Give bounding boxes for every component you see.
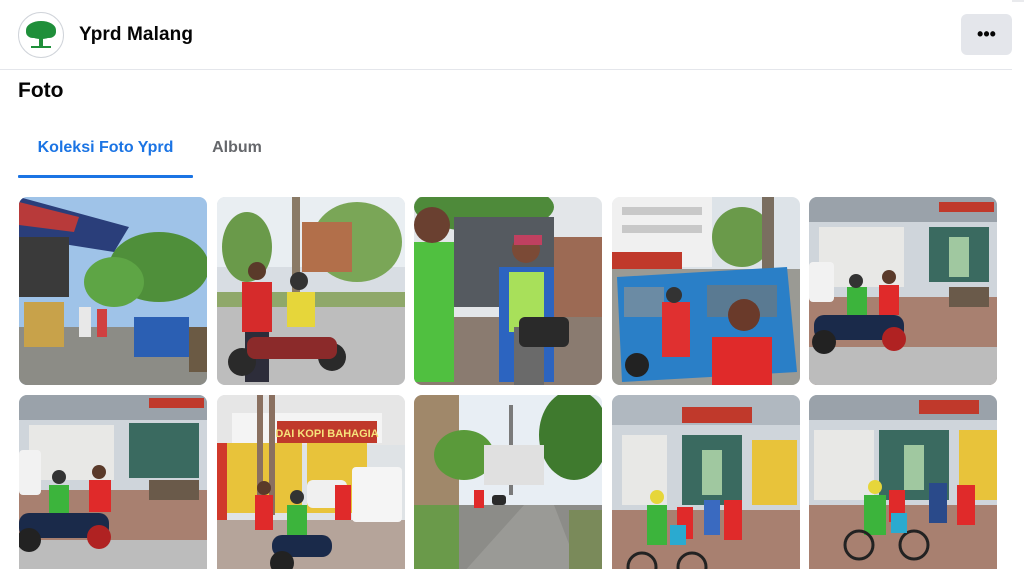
photo-thumbnail[interactable] [19, 197, 207, 385]
tab-label: Koleksi Foto Yprd [37, 139, 174, 156]
photo-thumbnail[interactable] [809, 197, 997, 385]
section-title: Foto [18, 79, 64, 102]
photo-image [414, 395, 602, 569]
tab-label: Album [212, 139, 262, 156]
page-name[interactable]: Yprd Malang [79, 24, 193, 46]
photo-image [414, 197, 602, 385]
photo-image: DAI KOPI BAHAGIA [217, 395, 405, 569]
tab-album[interactable]: Album [196, 118, 278, 178]
tree-logo-icon [22, 16, 60, 54]
photo-thumbnail[interactable] [414, 395, 602, 569]
photo-image [809, 395, 997, 569]
photo-image [19, 395, 207, 569]
more-options-button[interactable]: ••• [961, 14, 1012, 55]
photo-thumbnail[interactable] [217, 197, 405, 385]
active-tab-underline [18, 175, 193, 178]
photo-thumbnail[interactable] [19, 395, 207, 569]
photo-thumbnail[interactable] [612, 395, 800, 569]
facebook-page-photos: Yprd Malang ••• Foto Koleksi Foto Yprd A… [0, 0, 1024, 569]
page-header: Yprd Malang ••• [0, 0, 1012, 70]
photo-image [612, 395, 800, 569]
tab-koleksi-foto[interactable]: Koleksi Foto Yprd [18, 118, 193, 178]
photo-thumbnail[interactable] [809, 395, 997, 569]
photo-thumbnail[interactable] [414, 197, 602, 385]
photo-image [19, 197, 207, 385]
photo-image [612, 197, 800, 385]
photo-thumbnail[interactable]: DAI KOPI BAHAGIA [217, 395, 405, 569]
photo-thumbnail[interactable] [612, 197, 800, 385]
shop-sign-text: DAI KOPI BAHAGIA [275, 428, 378, 440]
photo-image [217, 197, 405, 385]
avatar[interactable] [18, 12, 64, 58]
more-dots-icon: ••• [977, 24, 996, 44]
photo-image [809, 197, 997, 385]
